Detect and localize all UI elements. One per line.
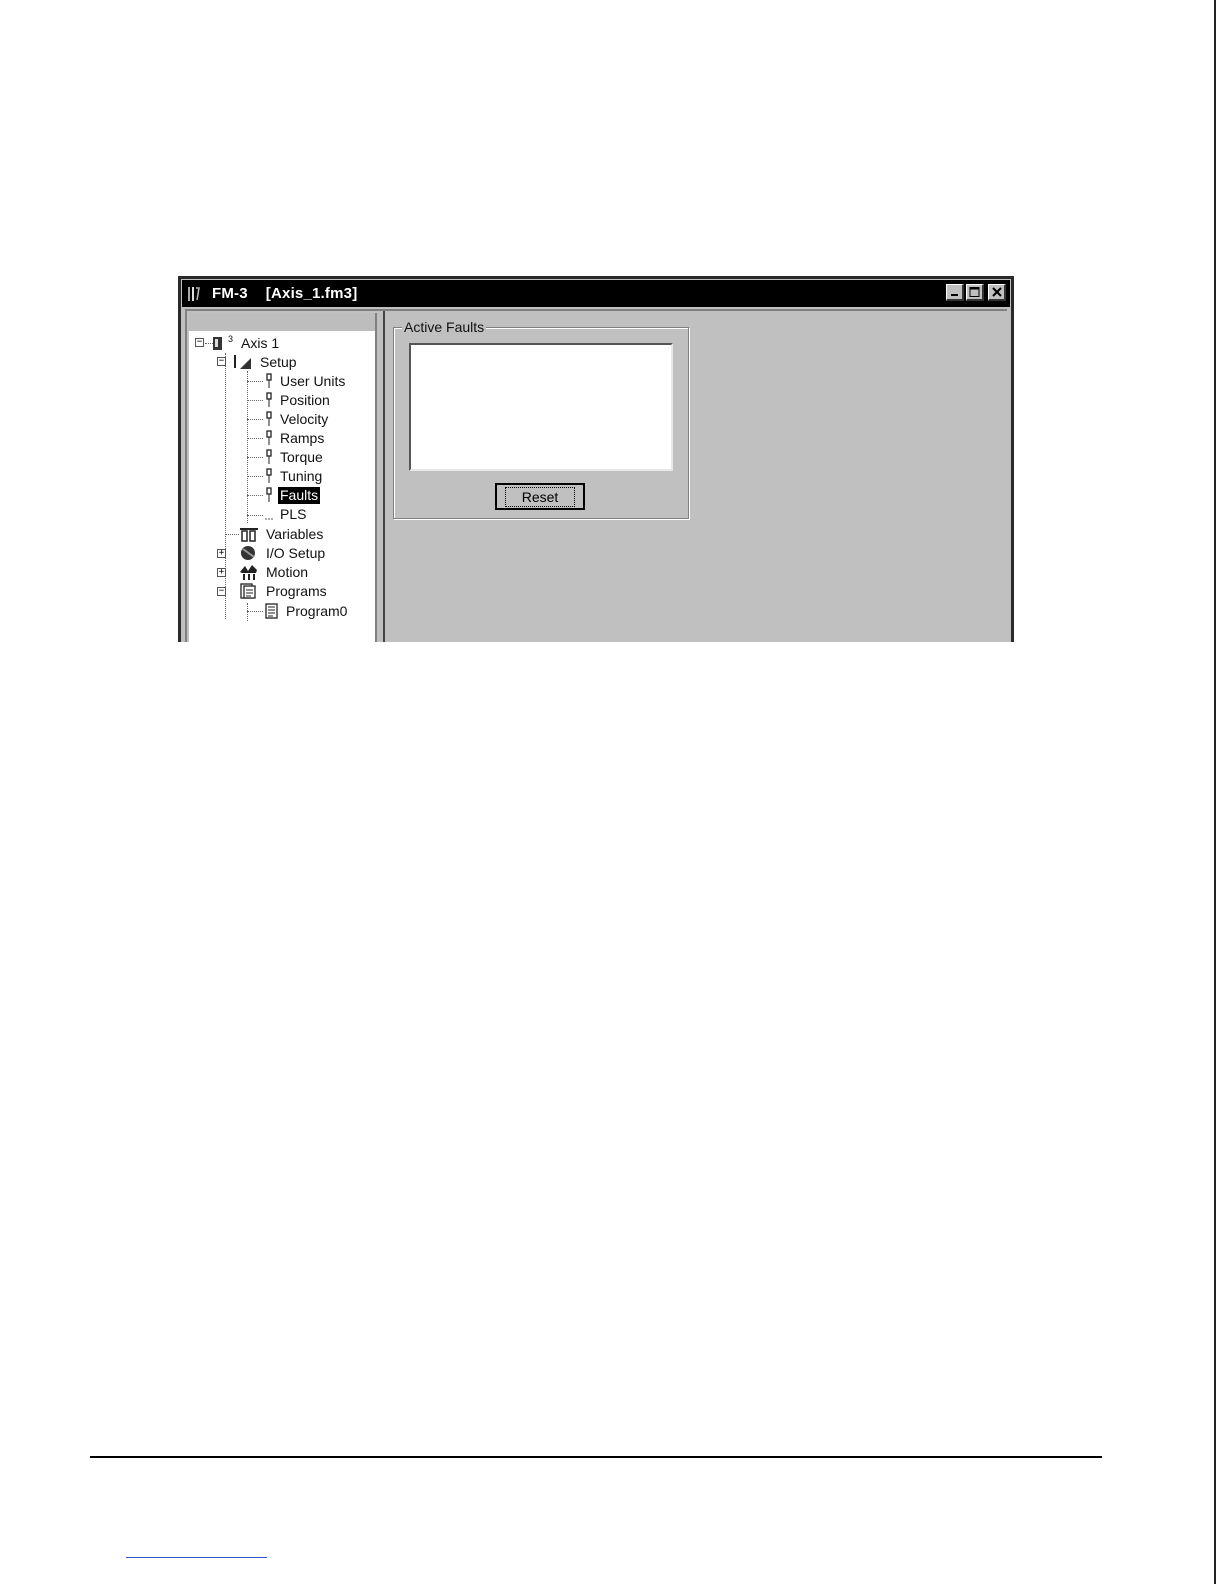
- tree-label: Programs: [266, 582, 327, 599]
- programs-icon: [239, 583, 259, 599]
- tree-line: [247, 457, 263, 458]
- tree-item-programs[interactable]: Programs: [239, 582, 329, 600]
- tree-label: PLS: [280, 505, 307, 522]
- active-faults-group: Active Faults Reset: [393, 319, 689, 519]
- tree-item-torque[interactable]: Torque: [265, 448, 325, 466]
- active-faults-list[interactable]: [409, 343, 673, 471]
- client-area: − − + + − 3 Axis 1 Setup User Units Posi…: [185, 309, 1007, 642]
- tree-item-ramps[interactable]: Ramps: [265, 429, 326, 447]
- tree-item-pls[interactable]: PLS: [265, 505, 308, 523]
- parameter-icon: [265, 392, 273, 408]
- tree-label: Axis 1: [241, 334, 280, 351]
- tree-line: [247, 371, 248, 523]
- tree-label: User Units: [280, 372, 346, 389]
- reset-button[interactable]: Reset: [495, 483, 585, 510]
- tree-line: [247, 515, 263, 516]
- expander-motion[interactable]: +: [217, 568, 226, 577]
- io-setup-icon: [239, 545, 259, 561]
- app-name: FM-3: [212, 285, 248, 302]
- page-edge: [1214, 0, 1224, 1584]
- close-button[interactable]: [988, 284, 1006, 301]
- tree-label: Tuning: [280, 467, 323, 484]
- app-icon: [188, 286, 202, 302]
- setup-icon: [233, 354, 253, 370]
- tree-label: Variables: [266, 525, 324, 542]
- tree-line: [225, 353, 226, 619]
- tree-item-io-setup[interactable]: I/O Setup: [239, 544, 327, 562]
- tree-label: Torque: [280, 448, 323, 465]
- parameter-icon: [265, 449, 273, 465]
- drive-icon: [211, 335, 229, 351]
- expander-programs[interactable]: −: [217, 587, 226, 596]
- footer-rule: [90, 1456, 1102, 1458]
- motion-icon: [239, 564, 259, 580]
- parameter-icon: [265, 373, 273, 389]
- tree-item-faults[interactable]: Faults: [265, 486, 321, 504]
- expander-io-setup[interactable]: +: [217, 549, 226, 558]
- parameter-icon: [265, 411, 273, 427]
- parameter-icon: [265, 430, 273, 446]
- tree-label: Position: [280, 391, 330, 408]
- tree-line: [247, 611, 263, 612]
- faults-view: Active Faults Reset: [385, 311, 1007, 642]
- tree-label: Ramps: [280, 429, 325, 446]
- footer-link-underline[interactable]: [126, 1557, 267, 1558]
- axis-badge: 3: [228, 334, 234, 344]
- title-bar[interactable]: FM-3 [Axis_1.fm3]: [182, 280, 1010, 307]
- minimize-button[interactable]: [946, 284, 964, 301]
- tree-label: Program0: [286, 602, 348, 619]
- tree-header: [189, 313, 375, 331]
- tree-label: Setup: [260, 353, 297, 370]
- tree-item-axis-1[interactable]: 3 Axis 1: [211, 334, 281, 352]
- window-title: FM-3 [Axis_1.fm3]: [212, 285, 357, 302]
- expander-setup[interactable]: −: [217, 357, 226, 366]
- parameter-icon: [265, 468, 273, 484]
- parameter-icon: [265, 487, 273, 503]
- tree-label: I/O Setup: [266, 544, 326, 561]
- close-icon: [991, 287, 1002, 297]
- maximize-button[interactable]: [966, 284, 984, 301]
- expander-axis[interactable]: −: [195, 338, 204, 347]
- minimize-icon: [950, 294, 958, 296]
- pls-icon: [265, 506, 273, 522]
- tree-line: [247, 476, 263, 477]
- tree-label: Velocity: [280, 410, 329, 427]
- reset-label: Reset: [504, 486, 576, 507]
- tree-item-tuning[interactable]: Tuning: [265, 467, 324, 485]
- tree-item-user-units[interactable]: User Units: [265, 372, 347, 390]
- tree-line: [247, 381, 263, 382]
- tree-item-variables[interactable]: Variables: [239, 525, 325, 543]
- tree-item-setup[interactable]: Setup: [233, 353, 299, 371]
- fm3-window: FM-3 [Axis_1.fm3] − − + + − 3 Axis 1 Set…: [178, 276, 1014, 642]
- tree-pane[interactable]: − − + + − 3 Axis 1 Setup User Units Posi…: [189, 313, 377, 642]
- pane-splitter[interactable]: [377, 311, 385, 642]
- tree-line: [225, 534, 239, 535]
- tree-item-motion[interactable]: Motion: [239, 563, 310, 581]
- maximize-icon: [969, 287, 980, 297]
- tree-line: [247, 495, 263, 496]
- program-document-icon: [265, 603, 279, 619]
- tree-line: [247, 400, 263, 401]
- tree-line: [247, 603, 248, 621]
- tree-item-velocity[interactable]: Velocity: [265, 410, 330, 428]
- tree-item-position[interactable]: Position: [265, 391, 332, 409]
- tree-line: [247, 438, 263, 439]
- tree-item-program0[interactable]: Program0: [265, 602, 349, 620]
- variables-icon: [239, 526, 259, 542]
- active-faults-title: Active Faults: [402, 319, 487, 335]
- document-name: [Axis_1.fm3]: [265, 285, 358, 302]
- tree-label-selected: Faults: [278, 486, 321, 504]
- tree-label: Motion: [266, 563, 309, 580]
- window-controls: [946, 284, 1006, 301]
- tree-line: [247, 419, 263, 420]
